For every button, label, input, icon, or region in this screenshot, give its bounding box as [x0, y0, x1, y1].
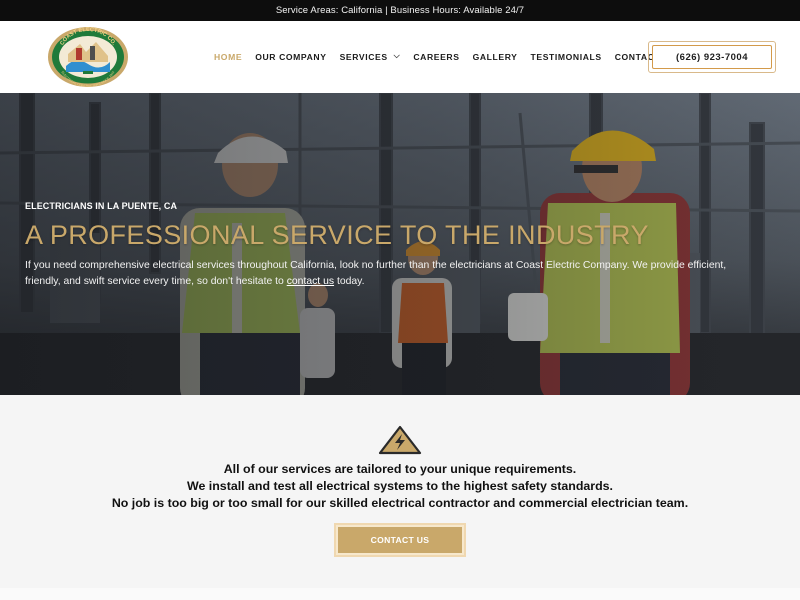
top-info-bar: Service Areas: California | Business Hou… [0, 0, 800, 21]
nav-home[interactable]: HOME [214, 52, 242, 62]
phone-number: (626) 923-7004 [676, 51, 748, 63]
main-nav: HOME OUR COMPANY SERVICES ⌵ CAREERS GALLE… [214, 21, 673, 93]
nav-services-label: SERVICES [339, 52, 388, 62]
nav-testimonials-label: TESTIMONIALS [530, 52, 602, 62]
high-voltage-warning-icon [378, 425, 422, 455]
statement-line: We install and test all electrical syste… [186, 479, 614, 493]
services-statement: All of our services are tailored to your… [0, 461, 800, 512]
site-header: COAST ELECTRIC CO. ELECTRICAL CONTRACTOR… [0, 21, 800, 93]
nav-gallery[interactable]: GALLERY [473, 52, 518, 62]
statement-line: No job is too big or too small for our s… [111, 496, 689, 510]
nav-our-company[interactable]: OUR COMPANY [255, 52, 326, 62]
hero-lead-paragraph: If you need comprehensive electrical ser… [25, 258, 745, 290]
nav-services[interactable]: SERVICES ⌵ [339, 51, 401, 62]
phone-button-frame: (626) 923-7004 [648, 41, 776, 73]
hero-banner: ELECTRICIANS IN LA PUENTE, CA A PROFESSI… [0, 93, 800, 395]
services-intro-section: All of our services are tailored to your… [0, 395, 800, 588]
nav-careers-label: CAREERS [413, 52, 460, 62]
chevron-down-icon: ⌵ [393, 51, 401, 60]
hero-headline: A PROFESSIONAL SERVICE TO THE INDUSTRY [25, 220, 649, 250]
phone-button[interactable]: (626) 923-7004 [652, 45, 772, 69]
nav-our-company-label: OUR COMPANY [255, 52, 327, 62]
hero-text-block: ELECTRICIANS IN LA PUENTE, CA A PROFESSI… [25, 201, 765, 290]
hero-lead-text: If you need comprehensive electrical ser… [25, 260, 727, 287]
hero-contact-link[interactable]: contact us [287, 276, 334, 287]
company-logo[interactable]: COAST ELECTRIC CO. ELECTRICAL CONTRACTOR… [46, 26, 130, 88]
nav-careers[interactable]: CAREERS [413, 52, 459, 62]
statement-line: All of our services are tailored to your… [223, 462, 577, 476]
contact-us-button[interactable]: CONTACT US [338, 527, 462, 553]
hero-eyebrow: ELECTRICIANS IN LA PUENTE, CA [25, 201, 178, 211]
nav-home-label: HOME [214, 52, 243, 62]
hero-lead-text-end: today. [334, 276, 365, 287]
contact-us-label: CONTACT US [370, 535, 430, 545]
footer-strip [0, 588, 800, 600]
nav-testimonials[interactable]: TESTIMONIALS [531, 52, 602, 62]
nav-gallery-label: GALLERY [472, 52, 518, 62]
top-info-text: Service Areas: California | Business Hou… [275, 5, 525, 16]
contact-us-button-frame: CONTACT US [334, 523, 466, 557]
